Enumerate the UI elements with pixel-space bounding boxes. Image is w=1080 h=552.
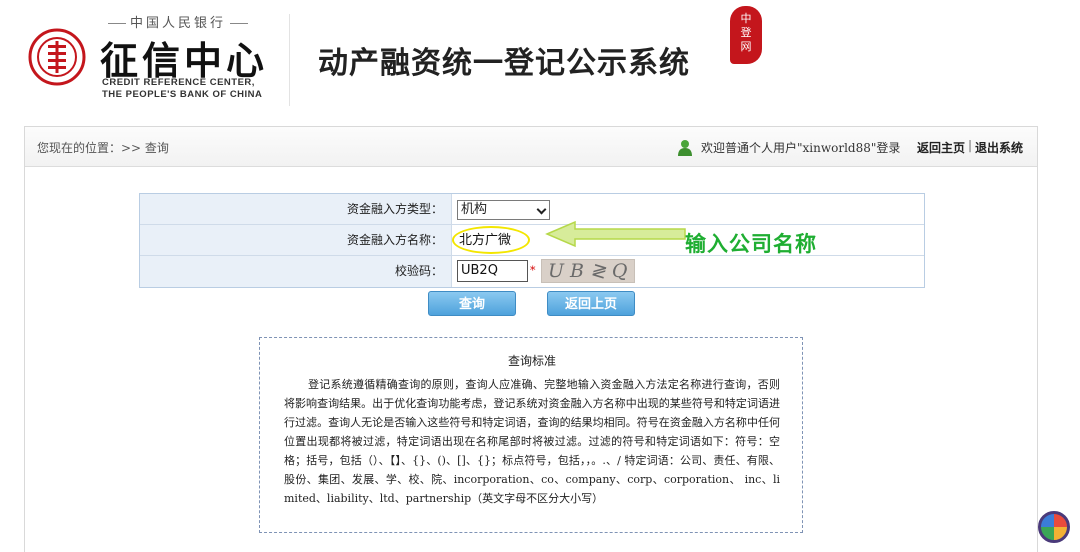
- code-label: 校验码：: [140, 256, 452, 287]
- english-name-line1: CREDIT REFERENCE CENTER,: [102, 77, 255, 88]
- name-label: 资金融入方名称：: [140, 225, 452, 255]
- bank-name: 中国人民银行: [104, 12, 252, 31]
- badge-char-2: 登: [740, 26, 752, 39]
- party-type-select[interactable]: 机构: [457, 200, 550, 220]
- party-type-value: 机构: [461, 202, 488, 217]
- back-button[interactable]: 返回上页: [547, 291, 635, 316]
- chevron-down-icon: [536, 204, 547, 215]
- form-row-code: 校验码： UB2Q * UB≷Q: [140, 256, 924, 287]
- system-title: 动产融资统一登记公示系统: [318, 46, 690, 81]
- badge-char-1: 中: [740, 12, 752, 25]
- criteria-body: 登记系统遵循精确查询的原则，查询人应准确、完整地输入资金融入方法定名称进行查询，…: [284, 378, 780, 505]
- pboc-seal-logo: [28, 28, 86, 86]
- user-icon: [678, 140, 692, 156]
- code-cell: UB2Q * UB≷Q: [452, 256, 924, 287]
- criteria-title: 查询标准: [507, 354, 556, 368]
- header-divider: [289, 14, 290, 106]
- english-name-line2: THE PEOPLE'S BANK OF CHINA: [102, 89, 263, 100]
- logout-link[interactable]: 退出系统: [975, 139, 1023, 156]
- highlight-circle: [452, 226, 530, 254]
- return-home-link[interactable]: 返回主页: [917, 139, 965, 156]
- site-header: 中国人民银行 征信中心 CREDIT REFERENCE CENTER, THE…: [0, 0, 1080, 122]
- main-frame: 您现在的位置：>> 查询 欢迎普通个人用户"xinworld88"登录 返回主页…: [24, 126, 1038, 552]
- captcha-input[interactable]: UB2Q: [457, 260, 528, 282]
- form-row-type: 资金融入方类型： 机构: [140, 194, 924, 225]
- annotation-label: 输入公司名称: [685, 232, 817, 256]
- welcome-text: 欢迎普通个人用户"xinworld88"登录: [701, 141, 901, 155]
- breadcrumb: 您现在的位置：>> 查询: [37, 141, 169, 155]
- nav-separator: |: [968, 138, 973, 152]
- required-mark: *: [530, 264, 536, 277]
- floating-logo-icon[interactable]: [1038, 511, 1070, 543]
- query-criteria-box: 查询标准 登记系统遵循精确查询的原则，查询人应准确、完整地输入资金融入方法定名称…: [259, 337, 803, 533]
- arrow-left-icon: [545, 220, 686, 248]
- badge-char-3: 网: [740, 40, 752, 53]
- top-bar: 您现在的位置：>> 查询 欢迎普通个人用户"xinworld88"登录 返回主页…: [25, 127, 1037, 167]
- zhongdeng-badge: 中 登 网: [730, 6, 762, 64]
- type-label: 资金融入方类型：: [140, 194, 452, 224]
- captcha-image[interactable]: UB≷Q: [541, 259, 635, 283]
- query-button[interactable]: 查询: [428, 291, 516, 316]
